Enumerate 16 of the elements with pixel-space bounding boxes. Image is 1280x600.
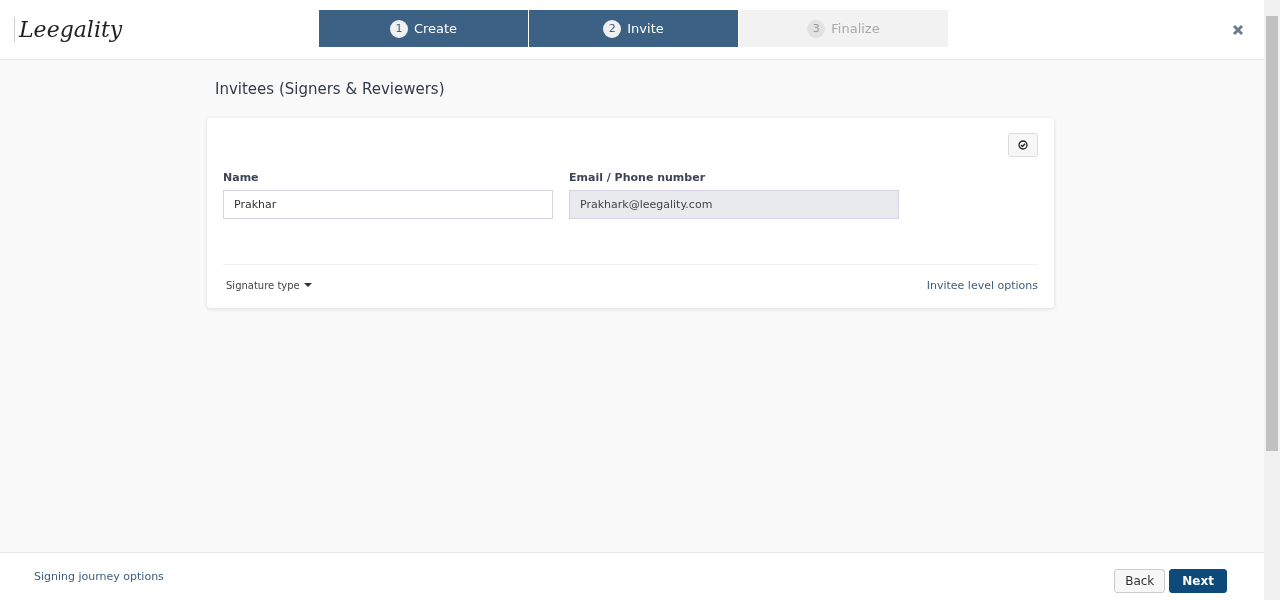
invitee-options-link[interactable]: Invitee level options	[926, 279, 1038, 292]
section-title: Invitees (Signers & Reviewers)	[215, 80, 446, 98]
close-icon[interactable]	[1232, 23, 1244, 36]
journey-options-link[interactable]: Signing journey options	[34, 570, 164, 583]
caret-icon	[303, 283, 312, 288]
step-tab[interactable]: 2 Invite	[529, 10, 738, 47]
name-field[interactable]: Prakhar	[223, 190, 553, 219]
check-circle-icon	[1018, 140, 1028, 150]
field-label: Email / Phone number	[569, 171, 707, 184]
check-button[interactable]	[1008, 133, 1038, 157]
field-label: Name	[223, 171, 260, 184]
footer-button[interactable]: Next	[1169, 568, 1227, 593]
step-tab[interactable]: 1 Create	[319, 10, 528, 47]
scrollbar[interactable]	[1264, 0, 1280, 600]
signature-type-dropdown[interactable]: Signature type	[223, 280, 315, 291]
footer-button[interactable]: Back	[1114, 568, 1166, 593]
